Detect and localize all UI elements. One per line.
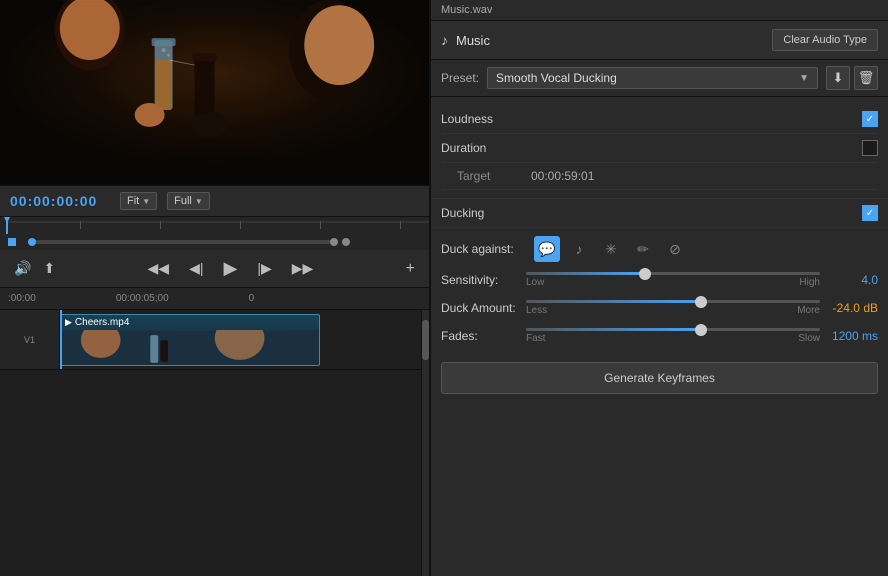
fades-max: Slow [798,333,820,344]
transport-left-group: 🔊 ⬆ [10,258,59,279]
scroll-thumb[interactable] [422,320,429,360]
ducking-checkbox[interactable] [862,205,878,221]
right-panel: Music.wav ♪ Music Clear Audio Type Prese… [430,0,888,576]
clip-thumbnail [61,330,319,366]
duck-music-btn[interactable]: ♪ [566,236,592,262]
export-btn[interactable]: ⬆ [39,258,59,279]
progress-end-thumb [330,238,338,246]
sensitivity-min: Low [526,277,544,288]
duration-label: Duration [441,141,521,155]
speaker-btn[interactable]: 🔊 [10,258,35,279]
ducking-label: Ducking [441,206,862,220]
download-preset-btn[interactable]: ⬇ [826,66,850,90]
duck-amount-slider[interactable] [526,300,820,303]
duck-against-label: Duck against: [441,242,526,256]
sensitivity-slider-container: Low High [526,272,820,288]
timeline-marker-0: :00:00 [8,293,36,304]
target-label: Target [441,169,521,183]
fast-forward-btn[interactable]: ▶▶ [288,258,318,279]
timecode-display[interactable]: 00:00:00:00 [10,193,110,209]
timeline-header: :00:00 00:00:05;00 0 [0,288,429,310]
duck-against-row: Duck against: 💬 ♪ ✳ ✏ ⊘ [441,236,878,262]
music-note-icon: ♪ [441,32,448,48]
duck-amount-label: Duck Amount: [441,301,526,315]
fit-dropdown[interactable]: Fit ▼ [120,192,157,210]
loudness-row: Loudness [441,105,878,134]
duck-speech-btn[interactable]: 💬 [534,236,560,262]
full-dropdown[interactable]: Full ▼ [167,192,210,210]
duck-amount-row: Duck Amount: Less More -24.0 dB [441,298,878,318]
track-area: V1 ▶ Cheers.mp4 [0,310,429,576]
clear-audio-button[interactable]: Clear Audio Type [772,29,878,51]
delete-preset-btn[interactable]: 🗑 [854,66,878,90]
duck-sfx-btn[interactable]: ✳ [598,236,624,262]
sensitivity-slider[interactable] [526,272,820,275]
timeline-marker-1: 00:00:05;00 [116,293,169,304]
timeline-tracks: V1 ▶ Cheers.mp4 [0,310,429,576]
add-btn[interactable]: + [402,258,419,280]
progress-track[interactable] [28,240,338,244]
duck-amount-min: Less [526,305,547,316]
timecode-bar: 00:00:00:00 Fit ▼ Full ▼ [0,185,429,216]
transport-controls: 🔊 ⬆ ◀◀ ◀| ▶ |▶ ▶▶ + [0,250,429,288]
progress-thumb[interactable] [28,238,36,246]
scrubber-start-thumb[interactable] [8,238,16,246]
panel-title-bar: Music.wav [431,0,888,21]
duck-amount-slider-container: Less More [526,300,820,316]
panel-header: ♪ Music Clear Audio Type [431,21,888,60]
preset-actions: ⬇ 🗑 [826,66,878,90]
fades-value: 1200 ms [828,329,878,343]
properties-section: Loudness Duration Target 00:00:59:01 [431,97,888,198]
music-label: Music [456,33,764,48]
duck-icons: 💬 ♪ ✳ ✏ ⊘ [534,236,688,262]
side-scrollbar[interactable] [421,310,429,576]
timeline-ruler [0,216,429,234]
play-btn[interactable]: ▶ [219,256,241,281]
preset-select[interactable]: Smooth Vocal Ducking ▼ [487,67,818,89]
fades-slider-container: Fast Slow [526,328,820,344]
target-row: Target 00:00:59:01 [441,163,878,190]
fades-slider[interactable] [526,328,820,331]
rewind-btn[interactable]: ◀◀ [144,258,174,279]
sensitivity-row: Sensitivity: Low High 4.0 [441,270,878,290]
track-label: V1 [0,310,60,369]
duck-other-btn[interactable]: ⊘ [662,236,688,262]
sensitivity-value: 4.0 [828,273,878,287]
timeline-marker-2: 0 [249,293,255,304]
step-forward-btn[interactable]: |▶ [253,258,275,279]
loudness-checkbox[interactable] [862,111,878,127]
scrubber-bar [0,234,429,250]
duration-checkbox[interactable] [862,140,878,156]
fades-label: Fades: [441,329,526,343]
video-track-row: V1 ▶ Cheers.mp4 [0,310,421,370]
clip-label: ▶ Cheers.mp4 [61,315,319,330]
ducking-section: Duck against: 💬 ♪ ✳ ✏ ⊘ Sensitivity: Low… [431,228,888,354]
video-clip[interactable]: ▶ Cheers.mp4 [60,314,320,366]
left-panel: 00:00:00:00 Fit ▼ Full ▼ [0,0,430,576]
fades-min: Fast [526,333,545,344]
duck-amount-max: More [797,305,820,316]
scrubber-end-thumb[interactable] [342,238,350,246]
duck-amount-value: -24.0 dB [828,301,878,315]
step-back-btn[interactable]: ◀| [185,258,207,279]
generate-keyframes-button[interactable]: Generate Keyframes [441,362,878,394]
file-title: Music.wav [441,4,492,16]
sensitivity-label: Sensitivity: [441,273,526,287]
target-value: 00:00:59:01 [531,169,594,183]
preset-row: Preset: Smooth Vocal Ducking ▼ ⬇ 🗑 [431,60,888,97]
sensitivity-max: High [799,277,820,288]
duck-ambience-btn[interactable]: ✏ [630,236,656,262]
preset-label: Preset: [441,71,479,85]
playhead-line [60,310,62,369]
duration-row: Duration [441,134,878,163]
loudness-label: Loudness [441,112,521,126]
fades-row: Fades: Fast Slow 1200 ms [441,326,878,346]
preview-area [0,0,429,185]
track-content: ▶ Cheers.mp4 [60,310,421,369]
timeline-section: :00:00 00:00:05;00 0 V1 ▶ Cheers.mp4 [0,288,429,576]
ducking-header: Ducking [431,198,888,228]
